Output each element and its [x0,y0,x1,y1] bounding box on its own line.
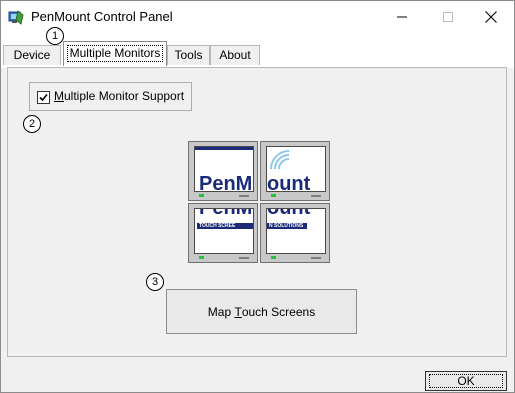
logo-text: ount [267,208,311,219]
checkmark-icon [39,93,48,102]
label-text: ultiple Monitor Support [64,89,185,103]
tab-device[interactable]: Device [3,45,61,65]
accelerator-key: M [54,89,64,103]
logo-text: PenM [199,173,253,192]
map-touch-screens-button[interactable]: Map Touch Screens [166,289,357,334]
minimize-button[interactable] [379,1,425,32]
tab-tools[interactable]: Tools [167,45,210,65]
power-led [271,256,276,259]
multiple-monitor-support-label: Multiple Monitor Support [54,89,184,103]
callout-marker-3: 3 [146,273,164,291]
logo-text: ount [267,173,311,192]
penmount-app-icon [8,10,24,25]
close-icon [485,10,497,23]
logo-strip: N SOLUTIONS [267,223,307,229]
ok-button[interactable]: OK [425,371,507,391]
power-led [199,194,204,197]
monitor-vent [239,257,249,259]
tab-about-label: About [219,48,251,62]
callout-marker-1: 1 [46,27,64,45]
monitor-vent [311,257,321,259]
monitor-bottom-right: ount N SOLUTIONS [260,203,330,263]
map-button-prefix: Map [207,304,235,319]
monitor-bottom-left: PenM TOUCH SCREE [188,203,258,263]
wave-icon [270,150,290,170]
minimize-icon [397,16,407,17]
window-title: PenMount Control Panel [31,9,173,24]
tab-about[interactable]: About [210,45,260,65]
monitor-layout-illustration: PenM ount PenM TOUCH SCREE ount N SOLUTI… [188,141,331,264]
logo-strip: TOUCH SCREE [197,223,253,229]
map-button-suffix: ouch Screens [241,304,316,319]
ok-button-label: OK [429,374,503,388]
monitor-vent [311,195,321,197]
tab-device-label: Device [13,48,51,62]
tab-strip: Device Multiple Monitors Tools About [1,32,514,68]
monitor-vent [239,195,249,197]
power-led [271,194,276,197]
monitor-screen: ount N SOLUTIONS [266,208,326,254]
monitor-screen: PenM TOUCH SCREE [194,208,254,254]
monitor-screen: PenM [194,146,254,192]
multiple-monitor-support-group[interactable]: Multiple Monitor Support [29,82,192,111]
tab-multiple-monitors[interactable]: Multiple Monitors [63,41,167,66]
logo-text: PenM [199,208,253,219]
screen-bar [195,147,253,150]
monitor-top-left: PenM [188,141,258,201]
monitor-screen: ount [266,146,326,192]
accelerator-key: T [234,304,242,319]
multiple-monitor-support-checkbox[interactable] [37,91,50,104]
close-button[interactable] [468,1,514,32]
maximize-button[interactable] [425,1,471,32]
monitor-top-right: ount [260,141,330,201]
penmount-control-panel-window: PenMount Control Panel Device Multiple M… [0,0,515,393]
callout-marker-2: 2 [23,115,41,133]
power-led [199,256,204,259]
maximize-icon [443,11,453,22]
title-bar: PenMount Control Panel [1,1,514,32]
tab-multiple-monitors-label: Multiple Monitors [66,45,164,62]
tab-tools-label: Tools [174,48,203,62]
